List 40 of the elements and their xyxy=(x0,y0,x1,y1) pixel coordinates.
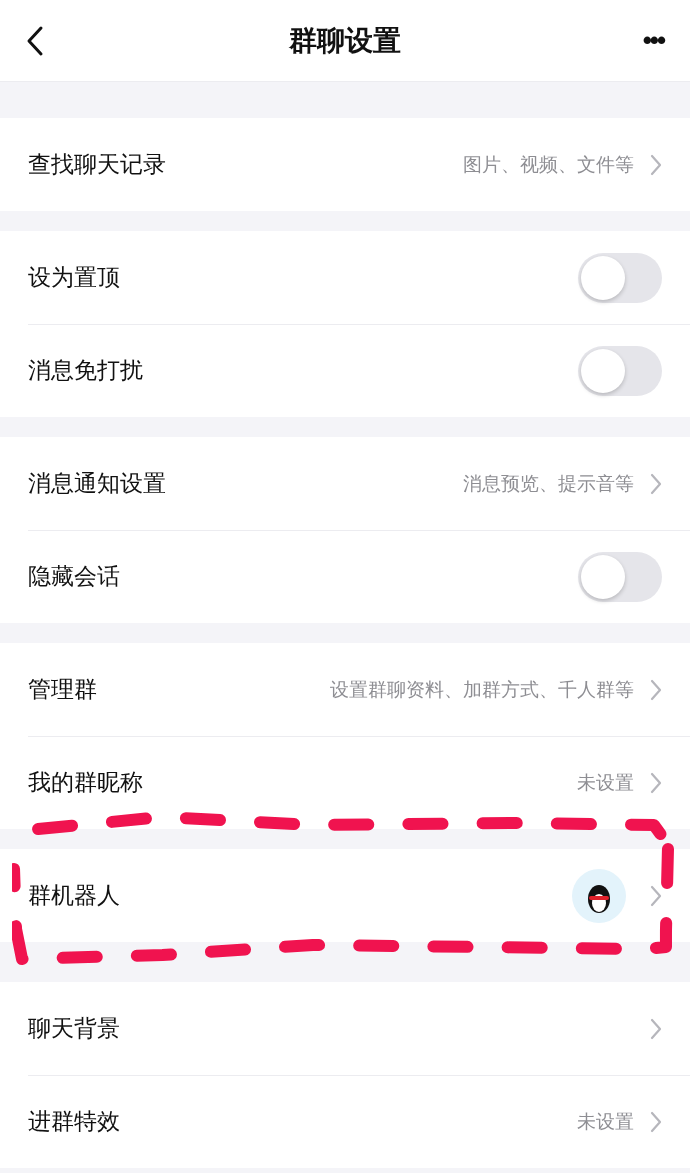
chevron-icon xyxy=(650,153,662,176)
row-value: 未设置 xyxy=(577,769,634,795)
row-label: 进群特效 xyxy=(28,1107,120,1136)
settings-row[interactable]: 消息免打扰 xyxy=(0,324,690,417)
row-label: 设为置顶 xyxy=(28,263,120,292)
chevron-icon xyxy=(650,678,662,701)
settings-row[interactable]: 隐藏会话 xyxy=(0,530,690,623)
row-label: 消息免打扰 xyxy=(28,356,143,385)
more-button[interactable]: ••• xyxy=(642,25,664,56)
row-value: 未设置 xyxy=(577,1108,634,1134)
settings-row[interactable]: 消息通知设置 消息预览、提示音等 xyxy=(0,437,690,530)
toggle-switch[interactable] xyxy=(578,551,662,602)
settings-row[interactable]: 聊天背景 xyxy=(0,982,690,1075)
row-label: 我的群昵称 xyxy=(28,768,143,797)
back-button[interactable] xyxy=(26,24,44,57)
chevron-icon xyxy=(650,771,662,794)
row-label: 管理群 xyxy=(28,675,97,704)
avatar-icon xyxy=(572,868,626,923)
chevron-icon xyxy=(650,472,662,495)
row-value: 设置群聊资料、加群方式、千人群等 xyxy=(330,676,634,702)
chevron-icon xyxy=(650,884,662,907)
settings-row[interactable]: 管理群 设置群聊资料、加群方式、千人群等 xyxy=(0,643,690,736)
row-value: 消息预览、提示音等 xyxy=(463,470,634,496)
row-label: 隐藏会话 xyxy=(28,562,120,591)
row-label: 查找聊天记录 xyxy=(28,150,166,179)
settings-row[interactable]: 群机器人 xyxy=(0,849,690,942)
settings-row[interactable]: 查找聊天记录 图片、视频、文件等 xyxy=(0,118,690,211)
settings-row[interactable]: 设为置顶 xyxy=(0,231,690,324)
row-value: 图片、视频、文件等 xyxy=(463,151,634,177)
row-label: 群机器人 xyxy=(28,881,120,910)
settings-row[interactable]: 进群特效 未设置 xyxy=(0,1075,690,1168)
chevron-icon xyxy=(650,1110,662,1133)
row-label: 聊天背景 xyxy=(28,1014,120,1043)
page-title: 群聊设置 xyxy=(289,22,401,59)
chevron-icon xyxy=(650,1017,662,1040)
back-icon xyxy=(26,24,44,57)
settings-row[interactable]: 我的群昵称 未设置 xyxy=(0,736,690,829)
toggle-switch[interactable] xyxy=(578,252,662,303)
toggle-switch[interactable] xyxy=(578,345,662,396)
row-label: 消息通知设置 xyxy=(28,469,166,498)
